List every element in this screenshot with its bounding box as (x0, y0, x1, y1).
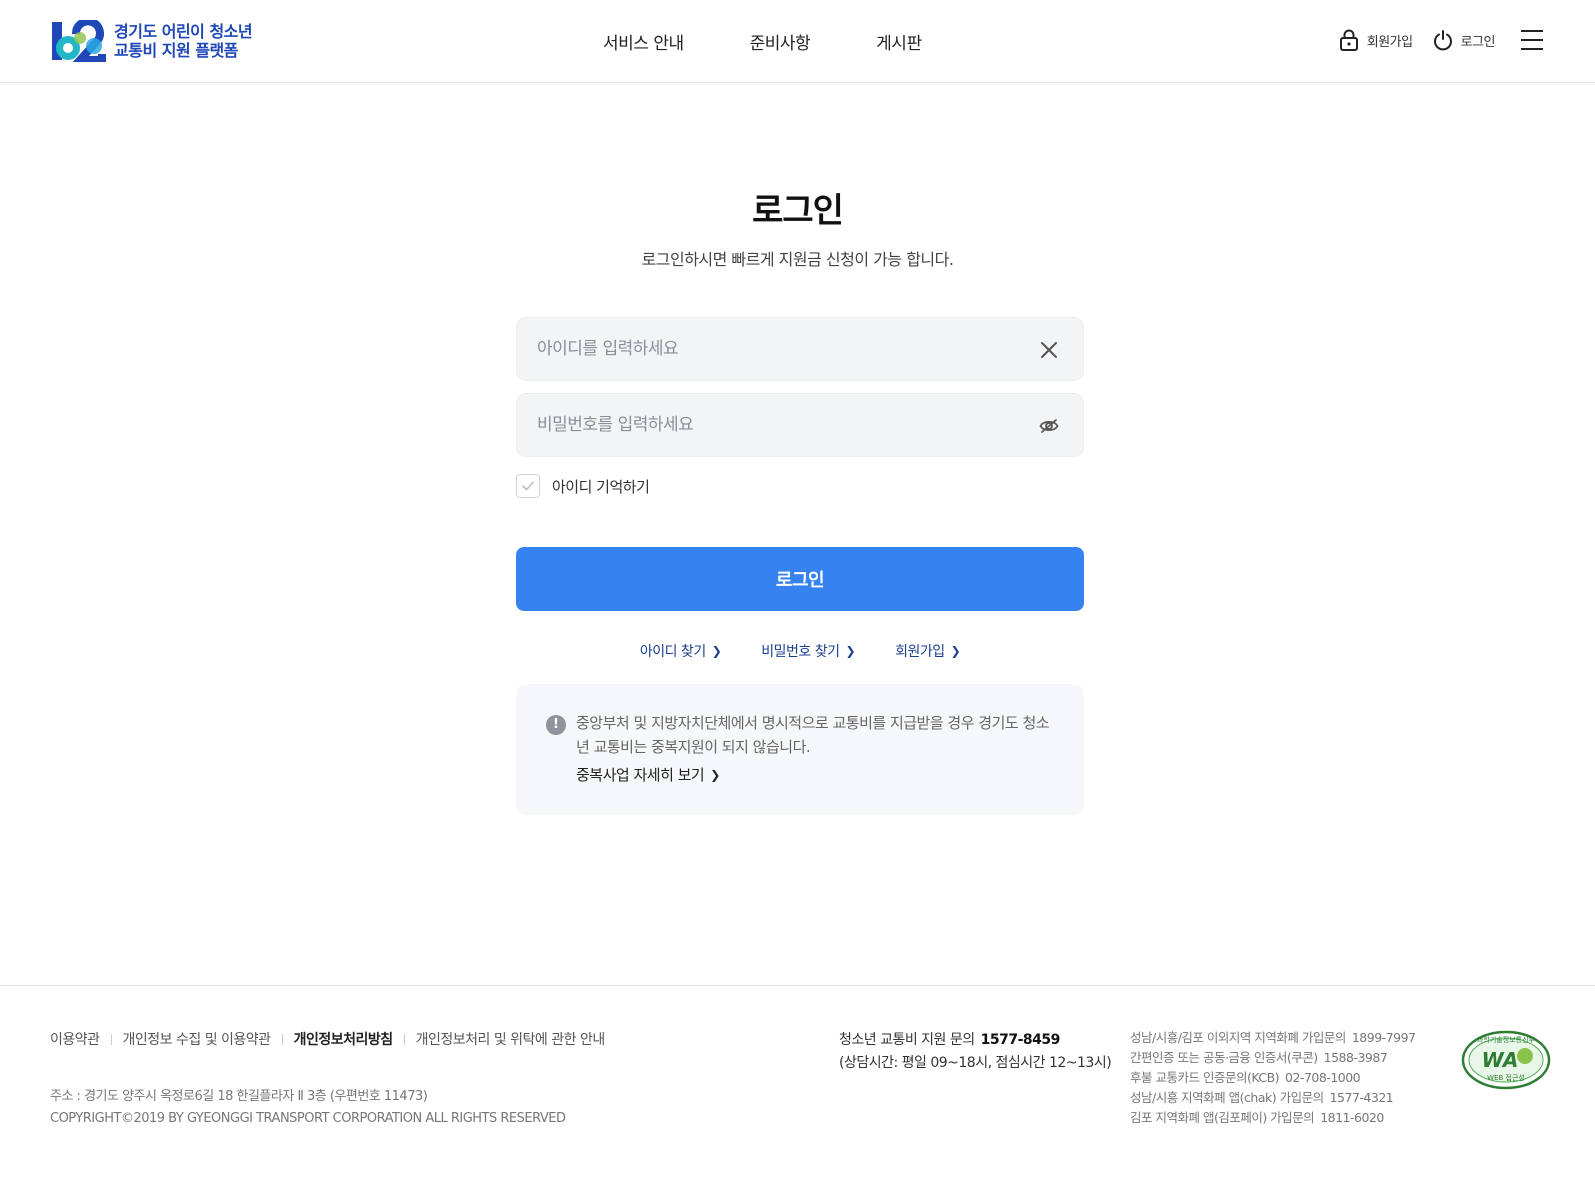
site-logo[interactable]: 경기도 어린이 청소년 교통비 지원 플랫폼 (50, 20, 253, 62)
footer-contact: 청소년 교통비 지원 문의 1577-8459 (상담시간: 평일 09~18시,… (839, 1029, 1112, 1075)
terms-link[interactable]: 이용약관 (50, 1029, 100, 1049)
exclamation-icon: ! (546, 715, 566, 735)
logo-mark-icon (52, 20, 106, 62)
header-utility: 회원가입 로그인 (1339, 29, 1543, 51)
page-subtitle: 로그인하시면 빠르게 지원금 신청이 가능 합니다. (641, 250, 954, 269)
divider (110, 1033, 112, 1045)
login-main: 로그인 로그인하시면 빠르게 지원금 신청이 가능 합니다. 아이디를 입력하세… (0, 83, 1595, 985)
notice-text: 중앙부처 및 지방자치단체에서 명시적으로 교통비를 지급받을 경우 경기도 청… (576, 714, 1050, 756)
footer-contact-list: 성남/시흥/김포 이외지역 지역화폐 가입문의 1899-7997 간편인증 또는… (1130, 1028, 1416, 1128)
hamburger-menu-icon[interactable] (1521, 30, 1543, 50)
main-nav: 서비스 안내 준비사항 게시판 (603, 29, 922, 54)
login-button[interactable]: 로그인 (516, 547, 1084, 611)
wa-mark-center: WA (1482, 1048, 1519, 1072)
find-id-label: 아이디 찾기 (639, 644, 706, 660)
list-item: 성남/시흥 지역화폐 앱(chak) 가입문의 1577-4321 (1130, 1090, 1394, 1105)
nav-preparation[interactable]: 준비사항 (750, 29, 811, 54)
lock-icon (1339, 29, 1358, 51)
header-signup-link[interactable]: 회원가입 (1339, 29, 1413, 51)
power-icon (1433, 30, 1452, 51)
id-field (516, 317, 1084, 381)
footer-address: 주소 : 경기도 양주시 옥정로6길 18 한길플라자 Ⅱ 3층 (우편번호 1… (50, 1089, 428, 1104)
logo-text: 경기도 어린이 청소년 교통비 지원 플랫폼 (114, 22, 253, 60)
page-title: 로그인 (752, 191, 844, 231)
divider (281, 1033, 283, 1045)
privacy-outsourcing-link[interactable]: 개인정보처리 및 위탁에 관한 안내 (416, 1029, 606, 1049)
web-accessibility-mark-icon: 과학기술정보통신부 WA WEB 접근성 (1461, 1030, 1551, 1090)
contact-label: 청소년 교통비 지원 문의 (839, 1032, 975, 1048)
nav-board[interactable]: 게시판 (876, 29, 922, 54)
chevron-right-icon: ❯ (845, 644, 856, 658)
privacy-policy-link[interactable]: 개인정보처리방침 (294, 1029, 394, 1049)
contact-hours: (상담시간: 평일 09~18시, 점심시간 12~13시) (839, 1055, 1112, 1071)
signup-link[interactable]: 회원가입 ❯ (895, 641, 961, 661)
close-icon[interactable] (1039, 340, 1059, 360)
contact-main: 청소년 교통비 지원 문의 1577-8459 (839, 1029, 1111, 1052)
logo-line1: 경기도 어린이 청소년 (114, 22, 253, 41)
footer-policy-links: 이용약관 개인정보 수집 및 이용약관 개인정보처리방침 개인정보처리 및 위탁… (50, 1029, 605, 1049)
id-input[interactable] (517, 318, 1083, 380)
password-input[interactable] (517, 394, 1083, 456)
list-item: 후불 교통카드 인증문의(KCB) 02-708-1000 (1130, 1070, 1361, 1085)
contact-number: 1577-8459 (980, 1032, 1061, 1048)
find-password-label: 비밀번호 찾기 (761, 644, 840, 660)
footer-copyright: COPYRIGHT©2019 BY GYEONGGI TRANSPORT COR… (50, 1111, 566, 1126)
notice-link-label: 중복사업 자세히 보기 (576, 766, 705, 784)
site-footer: 이용약관 개인정보 수집 및 이용약관 개인정보처리방침 개인정보처리 및 위탁… (0, 985, 1595, 1199)
header-login-label: 로그인 (1460, 34, 1496, 50)
check-icon (522, 481, 534, 491)
chevron-right-icon: ❯ (950, 644, 961, 658)
site-header: 경기도 어린이 청소년 교통비 지원 플랫폼 서비스 안내 준비사항 게시판 회… (0, 0, 1595, 83)
list-item: 성남/시흥/김포 이외지역 지역화폐 가입문의 1899-7997 (1130, 1030, 1416, 1045)
logo-line2: 교통비 지원 플랫폼 (114, 41, 238, 60)
chevron-right-icon: ❯ (710, 767, 720, 782)
list-item: 김포 지역화폐 앱(김포페이) 가입문의 1811-6020 (1130, 1110, 1384, 1125)
login-form: 아이디 기억하기 로그인 아이디 찾기 ❯ 비밀번호 찾기 ❯ 회원가입 ❯ !… (516, 317, 1084, 815)
password-field (516, 393, 1084, 457)
find-id-link[interactable]: 아이디 찾기 ❯ (639, 641, 722, 661)
chevron-right-icon: ❯ (711, 644, 722, 658)
remember-id: 아이디 기억하기 (516, 474, 1084, 498)
find-password-link[interactable]: 비밀번호 찾기 ❯ (761, 641, 855, 661)
remember-id-label[interactable]: 아이디 기억하기 (552, 476, 650, 497)
wa-mark-bottom: WEB 접근성 (1487, 1073, 1525, 1082)
signup-label: 회원가입 (895, 644, 945, 660)
nav-service-info[interactable]: 서비스 안내 (603, 29, 684, 54)
header-signup-label: 회원가입 (1366, 34, 1413, 50)
eye-slash-icon[interactable] (1039, 416, 1059, 436)
duplicate-project-detail-link[interactable]: 중복사업 자세히 보기 ❯ (576, 764, 720, 785)
wa-mark-top: 과학기술정보통신부 (1477, 1035, 1536, 1044)
account-links: 아이디 찾기 ❯ 비밀번호 찾기 ❯ 회원가입 ❯ (516, 641, 1084, 661)
list-item: 간편인증 또는 공동·금융 인증서(쿠콘) 1588-3987 (1130, 1050, 1388, 1065)
divider (403, 1033, 405, 1045)
remember-id-checkbox[interactable] (516, 474, 540, 498)
privacy-collection-link[interactable]: 개인정보 수집 및 이용약관 (123, 1029, 272, 1049)
duplicate-support-notice: ! 중앙부처 및 지방자치단체에서 명시적으로 교통비를 지급받을 경우 경기도… (516, 684, 1084, 815)
header-login-link[interactable]: 로그인 (1433, 29, 1496, 51)
